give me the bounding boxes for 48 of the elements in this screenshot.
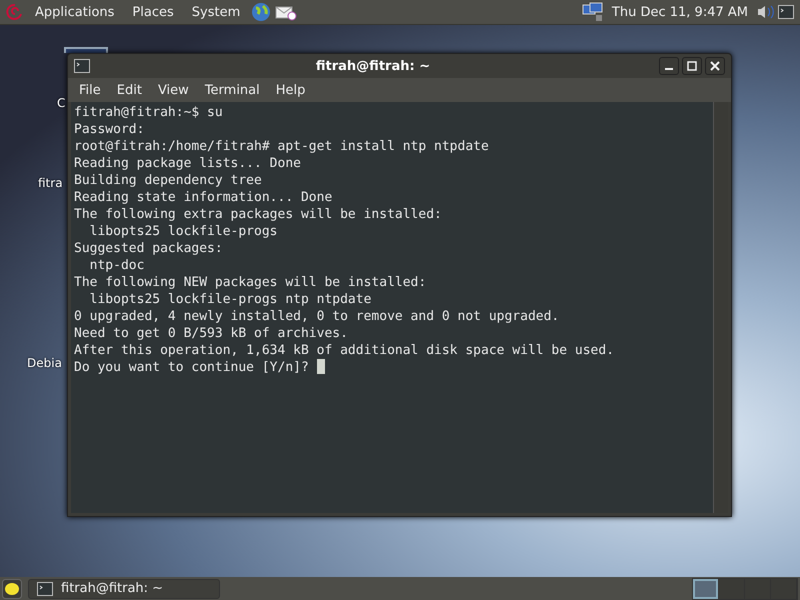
- close-icon: [710, 61, 720, 71]
- launcher-icon[interactable]: [2, 578, 22, 598]
- terminal-icon: [37, 582, 53, 596]
- terminal-line: Need to get 0 B/593 kB of archives.: [74, 326, 348, 341]
- panel-menu[interactable]: Places: [125, 4, 181, 20]
- terminal-line: The following extra packages will be installed:: [74, 207, 442, 222]
- terminal-line: The following NEW packages will be installed:: [74, 275, 426, 290]
- minimize-icon: [665, 68, 673, 70]
- terminal-line: 0 upgraded, 4 newly installed, 0 to remove and 0 not upgraded.: [74, 309, 560, 324]
- maximize-icon: [687, 61, 697, 71]
- menu-item[interactable]: Edit: [110, 82, 149, 98]
- terminal-line: Building dependency tree: [74, 173, 262, 188]
- terminal-line: fitrah@fitrah:~$ su: [74, 105, 223, 120]
- terminal-line: After this operation, 1,634 kB of additional disk space will be used.: [74, 343, 614, 358]
- workspace-switcher-cell[interactable]: [719, 578, 745, 598]
- workspace-switcher-cell[interactable]: [745, 578, 771, 598]
- desktop-icon-label[interactable]: C: [57, 96, 66, 110]
- terminal-line: root@fitrah:/home/fitrah# apt-get install ntp ntpdate: [74, 139, 489, 154]
- close-button[interactable]: [705, 57, 725, 75]
- terminal-line: Password:: [74, 122, 144, 137]
- workspace-switcher-cell[interactable]: [771, 578, 797, 598]
- menu-item[interactable]: File: [72, 82, 108, 98]
- menu-item[interactable]: View: [150, 82, 196, 98]
- panel-menu[interactable]: Applications: [28, 4, 122, 20]
- menu-item[interactable]: Terminal: [198, 82, 267, 98]
- scrollbar[interactable]: [713, 102, 728, 513]
- maximize-button[interactable]: [682, 57, 702, 75]
- terminal-line: Do you want to continue [Y/n]?: [74, 360, 310, 375]
- terminal-line: Reading package lists... Done: [74, 156, 301, 171]
- show-desktop-icon[interactable]: [778, 5, 794, 19]
- terminal-line: Suggested packages:: [74, 241, 223, 256]
- workspace-switcher-cell[interactable]: [693, 578, 719, 598]
- window-title: fitrah@fitrah: ~: [314, 58, 432, 74]
- terminal-line: libopts25 lockfile-progs: [88, 224, 278, 239]
- terminal-line: ntp-doc: [88, 258, 144, 273]
- terminal-line: Reading state information... Done: [74, 190, 332, 205]
- terminal-line: libopts25 lockfile-progs ntp ntpdate: [88, 292, 372, 307]
- clock[interactable]: Thu Dec 11, 9:47 AM: [608, 4, 752, 20]
- minimize-button[interactable]: [659, 57, 679, 75]
- volume-icon[interactable]: [756, 4, 774, 20]
- globe-icon[interactable]: [251, 2, 272, 22]
- terminal-icon: [74, 59, 90, 73]
- menu-item[interactable]: Help: [268, 82, 312, 98]
- taskbar-button[interactable]: fitrah@fitrah: ~: [28, 578, 220, 598]
- panel-menu[interactable]: System: [184, 4, 248, 20]
- network-icon[interactable]: [582, 2, 604, 22]
- desktop-icon-label[interactable]: Debia: [27, 356, 62, 370]
- desktop-icon-label[interactable]: fitra: [38, 176, 63, 190]
